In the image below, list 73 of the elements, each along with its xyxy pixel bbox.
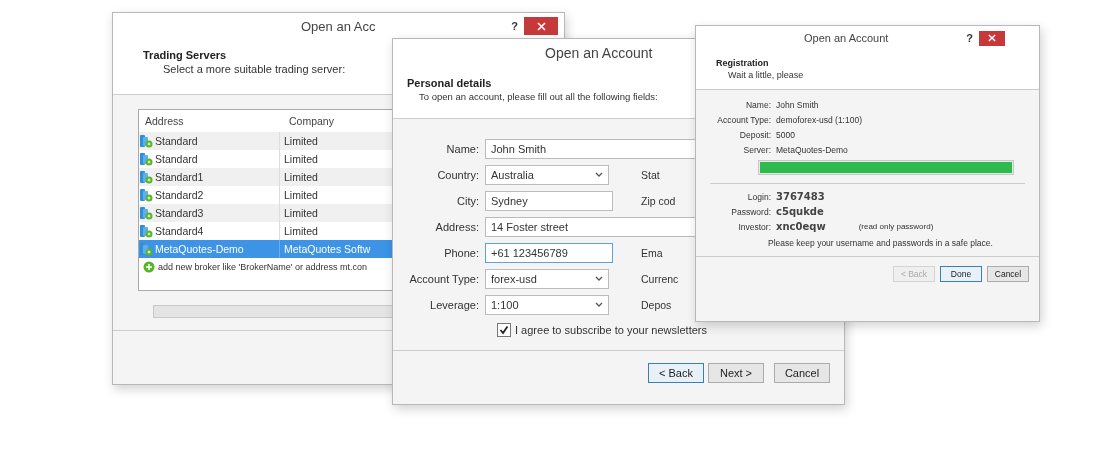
server-address: MetaQuotes-Demo bbox=[155, 243, 244, 255]
window-title: Open an Acc bbox=[301, 18, 376, 34]
field-note: (read only password) bbox=[857, 222, 935, 231]
field-label: Leverage: bbox=[429, 299, 479, 311]
window-title: Open an Account bbox=[804, 32, 889, 44]
field-value: 5000 bbox=[776, 130, 796, 140]
dropdown[interactable]: Australia bbox=[485, 165, 609, 185]
add-icon bbox=[143, 261, 155, 273]
field-value: demoforex-usd (1:100) bbox=[776, 115, 863, 125]
field-value: xnc0eqw bbox=[776, 221, 826, 232]
window-title: Open an Account bbox=[545, 45, 653, 61]
help-button[interactable]: ? bbox=[505, 20, 524, 32]
field-value: MetaQuotes-Demo bbox=[776, 145, 849, 155]
field-label: Account Type: bbox=[408, 273, 479, 285]
company-name: Limited bbox=[279, 168, 318, 186]
field-label: Name: bbox=[744, 100, 771, 110]
section-subheading: Wait a little, please bbox=[728, 70, 804, 80]
chevron-down-icon bbox=[595, 302, 603, 308]
field-label: Investor: bbox=[737, 221, 771, 232]
field-label: Depos bbox=[641, 299, 673, 311]
field-label: Account Type: bbox=[716, 115, 771, 125]
close-button[interactable] bbox=[524, 17, 558, 35]
chevron-down-icon bbox=[595, 276, 603, 282]
input-field[interactable]: Sydney bbox=[485, 191, 613, 211]
section-heading: Trading Servers bbox=[143, 49, 227, 61]
add-broker-link[interactable]: add new broker like 'BrokerName' or address mt.con bbox=[158, 262, 368, 272]
dropdown[interactable]: 1:100 bbox=[485, 295, 609, 315]
chevron-down-icon bbox=[595, 172, 603, 178]
column-header[interactable]: Company bbox=[285, 110, 334, 132]
field-label: Server: bbox=[742, 145, 771, 155]
field-label: City: bbox=[456, 195, 479, 207]
dialog-button[interactable]: Cancel bbox=[987, 266, 1029, 282]
field-label: Deposit: bbox=[738, 130, 771, 140]
field-label: Name: bbox=[445, 143, 479, 155]
company-name: Limited bbox=[279, 132, 318, 150]
field-label: Stat bbox=[641, 169, 661, 181]
server-address: Standard4 bbox=[155, 225, 204, 237]
section-heading: Personal details bbox=[407, 77, 492, 89]
field-label: Currenc bbox=[641, 273, 680, 285]
field-label: Country: bbox=[436, 169, 479, 181]
close-icon bbox=[536, 21, 546, 31]
section-subheading: Select a more suitable trading server: bbox=[163, 63, 346, 75]
notice-text: Please keep your username and passwords in a safe place. bbox=[768, 238, 994, 248]
section-subheading: To open an account, please fill out all the following fields: bbox=[419, 91, 658, 102]
help-button[interactable]: ? bbox=[960, 32, 979, 44]
close-icon bbox=[988, 34, 996, 42]
section-heading: Registration bbox=[716, 58, 769, 68]
field-value: c5qukde bbox=[776, 206, 825, 217]
field-value: 3767483 bbox=[776, 191, 826, 202]
checkbox-label: I agree to subscribe to your newsletters bbox=[515, 324, 707, 336]
field-label: Login: bbox=[746, 191, 771, 202]
server-address: Standard1 bbox=[155, 171, 204, 183]
server-address: Standard2 bbox=[155, 189, 204, 201]
dialog-button[interactable]: Next > bbox=[708, 363, 764, 383]
field-label: Ema bbox=[641, 247, 664, 259]
server-address: Standard3 bbox=[155, 207, 204, 219]
field-label: Password: bbox=[730, 206, 771, 217]
field-label: Address: bbox=[434, 221, 479, 233]
field-value: John Smith bbox=[776, 100, 820, 110]
close-button[interactable] bbox=[979, 30, 1005, 46]
company-name: Limited bbox=[279, 204, 318, 222]
dialog-button[interactable]: Cancel bbox=[774, 363, 830, 383]
server-address: Standard bbox=[155, 153, 198, 165]
dialog-button[interactable]: Done bbox=[940, 266, 982, 282]
dropdown[interactable]: forex-usd bbox=[485, 269, 609, 289]
dialog-button[interactable]: < Back bbox=[648, 363, 704, 383]
server-address: Standard bbox=[155, 135, 198, 147]
field-label: Phone: bbox=[443, 247, 479, 259]
field-label: Zip cod bbox=[641, 195, 677, 207]
company-name: MetaQuotes Softw bbox=[279, 240, 371, 258]
input-field[interactable]: +61 123456789 bbox=[485, 243, 613, 263]
checkbox[interactable] bbox=[497, 323, 511, 337]
column-header[interactable]: Address bbox=[139, 115, 285, 127]
